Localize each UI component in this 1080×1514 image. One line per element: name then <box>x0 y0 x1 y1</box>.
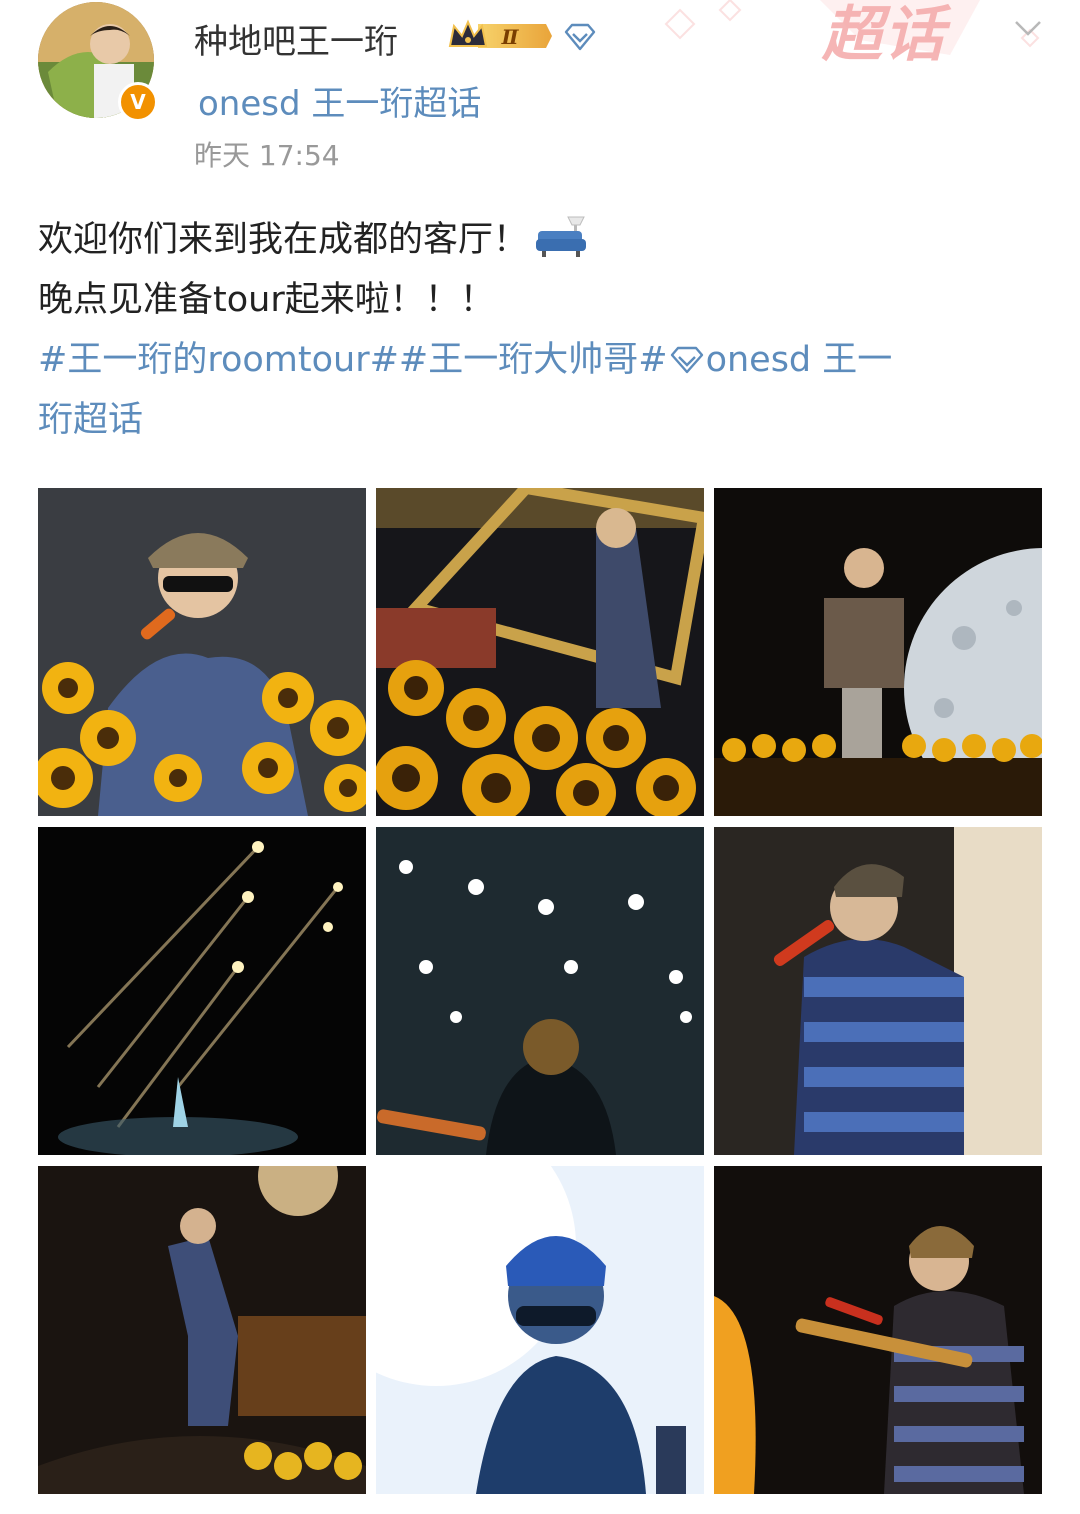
photo-thumbnail[interactable] <box>714 1166 1042 1494</box>
sofa-emoji-icon <box>536 216 587 257</box>
topic-tags[interactable]: #王一珩的roomtour##王一珩大帅哥# onesd 王一 <box>38 330 1048 390</box>
username[interactable]: 种地吧王一珩 <box>194 14 398 63</box>
photo-thumbnail[interactable] <box>38 488 366 816</box>
supertopic-diamond-icon <box>670 346 703 374</box>
header-decoration <box>560 0 1080 70</box>
post-content: 欢迎你们来到我在成都的客厅！ 晚点见准备tour起来啦！！！ #王一珩的room… <box>38 210 1048 450</box>
content-text-1: 欢迎你们来到我在成都的客厅！ <box>38 220 529 260</box>
topic-tag-links[interactable]: #王一珩的roomtour##王一珩大帅哥# <box>38 340 668 380</box>
supertopic-source-link[interactable]: onesd 王一珩超话 <box>198 76 481 125</box>
photo-thumbnail[interactable] <box>376 1166 704 1494</box>
photo-grid <box>38 488 1042 1494</box>
content-line-1: 欢迎你们来到我在成都的客厅！ <box>38 210 1048 270</box>
supertopic-tag-link[interactable]: onesd 王一 <box>706 340 893 380</box>
photo-thumbnail[interactable] <box>38 827 366 1155</box>
photo-thumbnail[interactable] <box>376 827 704 1155</box>
photo-thumbnail[interactable] <box>376 488 704 816</box>
photo-thumbnail[interactable] <box>714 827 1042 1155</box>
crown-vip-badge-icon[interactable]: Ⅱ <box>448 16 554 56</box>
content-line-2: 晚点见准备tour起来啦！！！ <box>38 280 495 320</box>
post-timestamp: 昨天 17:54 <box>194 139 340 172</box>
verified-badge: V <box>118 82 158 122</box>
photo-thumbnail[interactable] <box>714 488 1042 816</box>
vip-level-text: Ⅱ <box>501 25 520 49</box>
topic-tags-continued[interactable]: 珩超话 <box>38 390 1048 450</box>
supertopic-watermark: 超话 <box>822 0 946 70</box>
photo-thumbnail[interactable] <box>38 1166 366 1494</box>
chevron-down-icon[interactable] <box>1008 12 1048 44</box>
supertopic-diamond-icon <box>564 23 596 51</box>
